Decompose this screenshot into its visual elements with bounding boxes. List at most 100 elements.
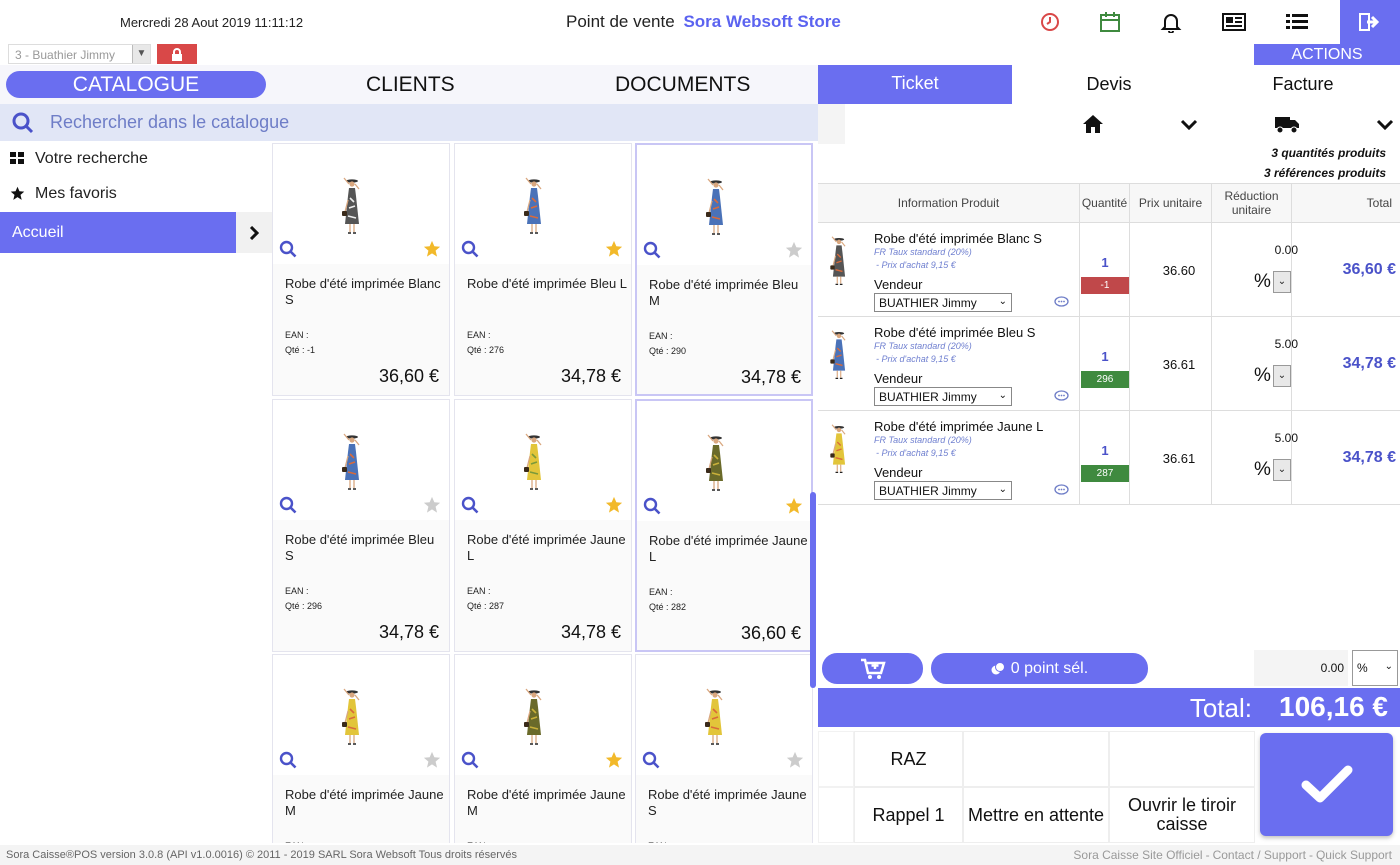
calendar-icon[interactable] xyxy=(1097,10,1123,34)
sidebar-item-favorites[interactable]: Mes favoris xyxy=(0,176,272,211)
seller-select[interactable]: BUATHIER Jimmy ⌄ xyxy=(874,481,1012,500)
zoom-icon[interactable] xyxy=(461,496,479,519)
favorite-star-icon[interactable] xyxy=(423,496,441,519)
exit-button[interactable] xyxy=(1340,0,1400,44)
home-dropdown[interactable] xyxy=(1173,104,1204,144)
sidebar-item-search[interactable]: Votre recherche xyxy=(0,141,272,176)
delivery-dropdown[interactable] xyxy=(1370,104,1400,144)
product-stock: Qté : 282 xyxy=(649,602,687,612)
tab-devis[interactable]: Devis xyxy=(1012,65,1206,104)
product-card[interactable]: Robe d'été imprimée Bleu M EAN : Qté : 290… xyxy=(635,143,813,396)
lock-button[interactable] xyxy=(157,44,197,64)
validate-button[interactable] xyxy=(1260,733,1393,836)
summary-quantities: 3 quantités produits xyxy=(1271,146,1386,160)
ticket-row[interactable]: Robe d'été imprimée Blanc S FR Taux stand… xyxy=(818,223,1400,317)
product-card[interactable]: Robe d'été imprimée Bleu S EAN : Qté : 296… xyxy=(272,399,450,652)
grid-scrollbar[interactable] xyxy=(810,492,816,688)
open-drawer-button[interactable]: Ouvrir le tiroir caisse xyxy=(1109,787,1255,843)
chevron-right-icon xyxy=(249,225,259,240)
delivery-button[interactable] xyxy=(1204,104,1370,144)
global-discount-value[interactable]: 0.00 xyxy=(1254,650,1348,686)
row-total: 36,60 € xyxy=(1342,261,1396,278)
zoom-icon[interactable] xyxy=(643,241,661,264)
add-to-cart-button[interactable] xyxy=(822,653,923,684)
favorite-star-icon[interactable] xyxy=(605,751,623,774)
store-name: Sora Websoft Store xyxy=(683,12,841,31)
home-icon xyxy=(1083,115,1103,133)
footer-link-site[interactable]: Sora Caisse Site Officiel xyxy=(1073,848,1202,862)
favorite-star-icon[interactable] xyxy=(785,241,803,264)
favorite-star-icon[interactable] xyxy=(785,497,803,520)
newspaper-icon[interactable] xyxy=(1221,10,1247,34)
row-reduction-value[interactable]: 5.00 xyxy=(1212,337,1298,351)
zoom-icon[interactable] xyxy=(279,751,297,774)
home-button[interactable] xyxy=(1013,104,1173,144)
global-discount-unit-select[interactable]: % ⌄ xyxy=(1352,650,1398,686)
recall-button[interactable]: Rappel 1 xyxy=(854,787,963,843)
comment-icon[interactable] xyxy=(1054,483,1069,501)
row-quantity[interactable]: 1 xyxy=(1080,349,1130,364)
product-price: 34,78 € xyxy=(560,366,621,386)
seller-select[interactable]: BUATHIER Jimmy ⌄ xyxy=(874,293,1012,312)
reduction-unit-select[interactable]: ⌄ xyxy=(1273,459,1291,481)
reduction-unit-select[interactable]: ⌄ xyxy=(1273,365,1291,387)
comment-icon[interactable] xyxy=(1054,389,1069,407)
footer-link-contact[interactable]: Contact / Support xyxy=(1213,848,1306,862)
row-quantity[interactable]: 1 xyxy=(1080,443,1130,458)
product-image-area xyxy=(273,400,449,520)
product-card[interactable]: Robe d'été imprimée Jaune L EAN : Qté : 28… xyxy=(635,399,813,652)
product-card[interactable]: Robe d'été imprimée Bleu L EAN : Qté : 276… xyxy=(454,143,632,396)
tab-catalogue[interactable]: CATALOGUE xyxy=(6,71,266,98)
tab-documents[interactable]: DOCUMENTS xyxy=(615,73,750,97)
product-card[interactable]: Robe d'été imprimée Jaune L EAN : Qté : 28… xyxy=(454,399,632,652)
row-reduction-value[interactable]: 0.00 xyxy=(1212,243,1298,257)
hold-button[interactable]: Mettre en attente xyxy=(963,787,1109,843)
reduction-unit-select[interactable]: ⌄ xyxy=(1273,271,1291,293)
search-input[interactable] xyxy=(50,109,750,135)
zoom-icon[interactable] xyxy=(279,240,297,263)
zoom-icon[interactable] xyxy=(643,497,661,520)
chevron-down-icon: ⌄ xyxy=(998,296,1007,307)
zoom-icon[interactable] xyxy=(461,240,479,263)
list-icon[interactable] xyxy=(1284,10,1310,34)
zoom-icon[interactable] xyxy=(279,496,297,519)
sidebar-item-home-expand[interactable] xyxy=(236,212,272,253)
favorite-star-icon[interactable] xyxy=(605,496,623,519)
comment-icon[interactable] xyxy=(1054,295,1069,313)
favorite-star-icon[interactable] xyxy=(423,751,441,774)
favorite-star-icon[interactable] xyxy=(786,751,804,774)
zoom-icon[interactable] xyxy=(461,751,479,774)
product-card[interactable]: Robe d'été imprimée Jaune M EAN : xyxy=(454,654,632,843)
seller-value: BUATHIER Jimmy xyxy=(879,296,977,310)
raz-button[interactable]: RAZ xyxy=(854,731,963,787)
product-grid: Robe d'été imprimée Blanc S EAN : Qté : -1… xyxy=(272,143,818,843)
tab-ticket[interactable]: Ticket xyxy=(818,65,1012,104)
favorite-star-icon[interactable] xyxy=(423,240,441,263)
product-image xyxy=(342,688,360,745)
row-thumbnail xyxy=(828,329,850,386)
product-image-area xyxy=(455,144,631,264)
chevron-down-icon: ⌄ xyxy=(998,390,1007,401)
row-stock-badge: 287 xyxy=(1081,465,1129,482)
favorite-star-icon[interactable] xyxy=(605,240,623,263)
footer-link-quick-support[interactable]: Quick Support xyxy=(1316,848,1392,862)
zoom-icon[interactable] xyxy=(642,751,660,774)
row-quantity[interactable]: 1 xyxy=(1080,255,1130,270)
product-card[interactable]: Robe d'été imprimée Jaune M EAN : xyxy=(272,654,450,843)
col-quantity: Quantité xyxy=(1080,184,1130,222)
tab-facture[interactable]: Facture xyxy=(1206,65,1400,104)
seller-select[interactable]: BUATHIER Jimmy ⌄ xyxy=(874,387,1012,406)
clock-icon[interactable] xyxy=(1037,10,1063,34)
bell-icon[interactable] xyxy=(1158,10,1184,34)
tab-clients[interactable]: CLIENTS xyxy=(366,73,455,97)
actions-button[interactable]: ACTIONS xyxy=(1254,44,1400,65)
product-card[interactable]: Robe d'été imprimée Jaune S EAN : xyxy=(635,654,813,843)
row-reduction-value[interactable]: 5.00 xyxy=(1212,431,1298,445)
product-image xyxy=(705,688,723,745)
ticket-row[interactable]: Robe d'été imprimée Bleu S FR Taux standa… xyxy=(818,317,1400,411)
sidebar-item-home[interactable]: Accueil xyxy=(0,212,236,253)
points-button[interactable]: 0 point sél. xyxy=(931,653,1148,684)
ticket-row[interactable]: Robe d'été imprimée Jaune L FR Taux stand… xyxy=(818,411,1400,505)
product-card[interactable]: Robe d'été imprimée Blanc S EAN : Qté : -1… xyxy=(272,143,450,396)
user-select[interactable]: 3 - Buathier Jimmy ▼ xyxy=(8,44,151,64)
